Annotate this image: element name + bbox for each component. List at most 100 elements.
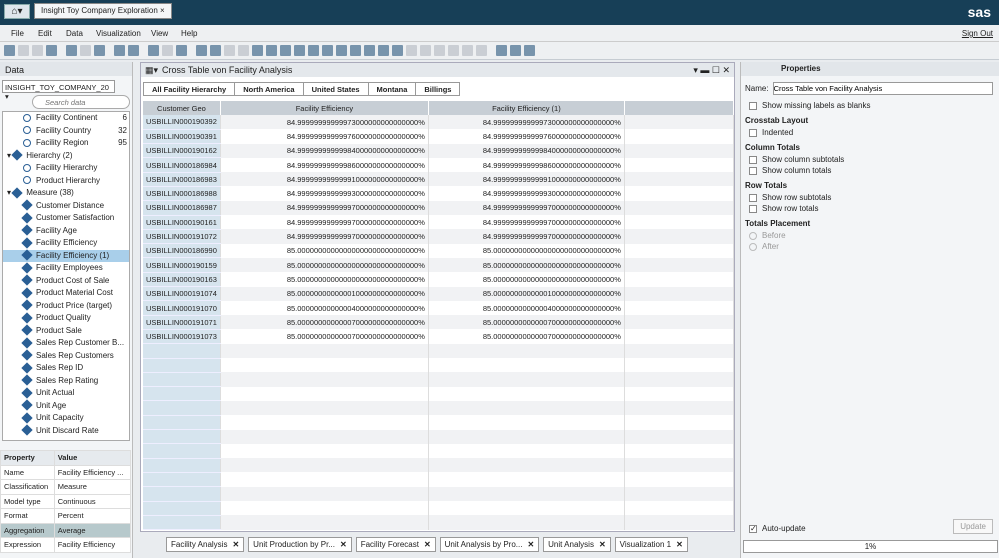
toolbar-icon[interactable] [210, 45, 221, 56]
property-value[interactable]: Average [53, 522, 132, 538]
tree-item[interactable]: Product Sale [3, 324, 129, 338]
property-row[interactable]: Aggregation Average [0, 522, 132, 538]
viz-tab[interactable]: Facility Forecast ✕ [355, 537, 436, 552]
tree-item[interactable]: Unit Capacity [3, 412, 129, 425]
name-input[interactable] [772, 82, 993, 95]
toolbar-icon[interactable] [496, 45, 507, 56]
close-icon[interactable]: ✕ [232, 540, 239, 549]
after-radio[interactable]: After [749, 242, 995, 251]
before-radio[interactable]: Before [749, 231, 995, 240]
tree-item[interactable]: Sales Rep Customer B... [3, 337, 129, 350]
tree-item[interactable]: Unit Age [3, 399, 129, 413]
tree-item[interactable]: Facility Efficiency [3, 237, 129, 250]
tree-item[interactable]: Product Material Cost [3, 287, 129, 300]
col-customer-geo[interactable]: Customer Geo [143, 101, 221, 115]
close-icon[interactable]: ✕ [527, 540, 534, 549]
auto-update-checkbox[interactable]: ✓ Auto-update [749, 524, 806, 533]
show-row-subtotals-checkbox[interactable]: Show row subtotals [749, 193, 995, 202]
tree-item[interactable]: Sales Rep ID [3, 362, 129, 375]
tree-item[interactable]: Product Quality [3, 312, 129, 325]
menu-edit[interactable]: Edit [38, 29, 52, 38]
toolbar-icon[interactable] [364, 45, 375, 56]
toolbar-icon[interactable] [420, 45, 431, 56]
col-facility-efficiency[interactable]: Facility Efficiency [220, 101, 429, 115]
toolbar-icon[interactable] [66, 45, 77, 56]
close-icon[interactable]: ✕ [424, 540, 431, 549]
close-icon[interactable]: ✕ [676, 540, 683, 549]
toolbar-icon[interactable] [46, 45, 57, 56]
tree-item[interactable]: Facility Employees [3, 262, 129, 275]
show-row-totals-checkbox[interactable]: Show row totals [749, 204, 995, 213]
toolbar-icon[interactable] [336, 45, 347, 56]
viz-tab[interactable]: Unit Production by Pr... ✕ [248, 537, 352, 552]
toolbar-icon[interactable] [434, 45, 445, 56]
tree-item[interactable]: Unit Actual [3, 387, 129, 400]
properties-tab[interactable]: Properties [741, 62, 999, 76]
tree-item[interactable]: Sales Rep Rating [3, 374, 129, 388]
breadcrumb-item[interactable]: North America [234, 82, 304, 96]
breadcrumb-item[interactable]: Billings [415, 82, 461, 96]
panel-controls-icon[interactable]: ▾ ▬ ☐ ✕ [693, 65, 730, 76]
toolbar-icon[interactable] [476, 45, 487, 56]
property-value[interactable]: Continuous [53, 493, 132, 509]
close-icon[interactable]: ✕ [340, 540, 347, 549]
tree-item[interactable]: Customer Satisfaction [3, 212, 129, 225]
toolbar-icon[interactable] [148, 45, 159, 56]
toolbar-icon[interactable] [80, 45, 91, 56]
toolbar-icon[interactable] [4, 45, 15, 56]
breadcrumb-item[interactable]: United States [302, 82, 369, 96]
table-icon[interactable]: ▦▾ [145, 65, 158, 76]
show-column-subtotals-checkbox[interactable]: Show column subtotals [749, 155, 995, 164]
show-column-totals-checkbox[interactable]: Show column totals [749, 166, 995, 175]
viz-tab[interactable]: Visualization 1 ✕ [614, 537, 688, 552]
tree-item[interactable]: Facility Age [3, 224, 129, 238]
viz-tab[interactable]: Facility Analysis ✕ [166, 537, 245, 552]
menu-help[interactable]: Help [181, 29, 197, 38]
toolbar-icon[interactable] [128, 45, 139, 56]
tree-item[interactable]: Customer Distance [3, 199, 129, 213]
viz-tab[interactable]: Unit Analysis by Pro... ✕ [439, 537, 540, 552]
document-tab[interactable]: Insight Toy Company Exploration × [34, 3, 172, 19]
tree-item[interactable]: Facility Country 32 [3, 125, 129, 138]
home-button[interactable]: ⌂▾ [4, 4, 30, 19]
search-data-input[interactable] [32, 95, 130, 109]
toolbar-icon[interactable] [196, 45, 207, 56]
property-row[interactable]: Classification Measure [0, 479, 132, 495]
toolbar-icon[interactable] [294, 45, 305, 56]
toolbar-icon[interactable] [176, 45, 187, 56]
menu-visualization[interactable]: Visualization [96, 29, 141, 38]
property-value[interactable]: Facility Efficiency ... [53, 464, 132, 480]
tree-item[interactable]: ▾ Measure (38) [3, 187, 129, 200]
toolbar-icon[interactable] [378, 45, 389, 56]
update-button[interactable]: Update [953, 519, 993, 534]
property-row[interactable]: Model type Continuous [0, 493, 132, 509]
tree-item[interactable]: ▾ Hierarchy (2) [3, 149, 129, 163]
tree-item[interactable]: Unit Discard Rate [3, 424, 129, 438]
data-source-select[interactable]: INSIGHT_TOY_COMPANY_20 ▾ [2, 80, 115, 101]
menu-data[interactable]: Data [66, 29, 83, 38]
close-icon[interactable]: ✕ [599, 540, 606, 549]
toolbar-icon[interactable] [462, 45, 473, 56]
toolbar-icon[interactable] [308, 45, 319, 56]
tree-item[interactable]: Sales Rep Customers [3, 349, 129, 363]
property-row[interactable]: Format Percent [0, 508, 132, 524]
tree-item[interactable]: Product Hierarchy [3, 175, 129, 188]
indented-checkbox[interactable]: Indented [749, 128, 995, 137]
property-value[interactable]: Percent [53, 508, 132, 524]
col-facility-efficiency-1[interactable]: Facility Efficiency (1) [428, 101, 625, 115]
menu-view[interactable]: View [151, 29, 168, 38]
tree-item[interactable]: Facility Hierarchy [3, 162, 129, 175]
viz-tab[interactable]: Unit Analysis ✕ [543, 537, 611, 552]
property-value[interactable]: Facility Efficiency [53, 537, 132, 553]
tree-item[interactable]: Facility Efficiency (1) [3, 249, 129, 262]
toolbar-icon[interactable] [18, 45, 29, 56]
toolbar-icon[interactable] [162, 45, 173, 56]
sign-out-link[interactable]: Sign Out [962, 29, 993, 38]
toolbar-icon[interactable] [322, 45, 333, 56]
show-missing-checkbox[interactable]: Show missing labels as blanks [749, 101, 995, 110]
tree-item[interactable]: Facility Region 95 [3, 137, 129, 150]
toolbar-icon[interactable] [252, 45, 263, 56]
toolbar-icon[interactable] [32, 45, 43, 56]
property-row[interactable]: Name Facility Efficiency ... [0, 464, 132, 480]
property-row[interactable]: Expression Facility Efficiency [0, 537, 132, 553]
